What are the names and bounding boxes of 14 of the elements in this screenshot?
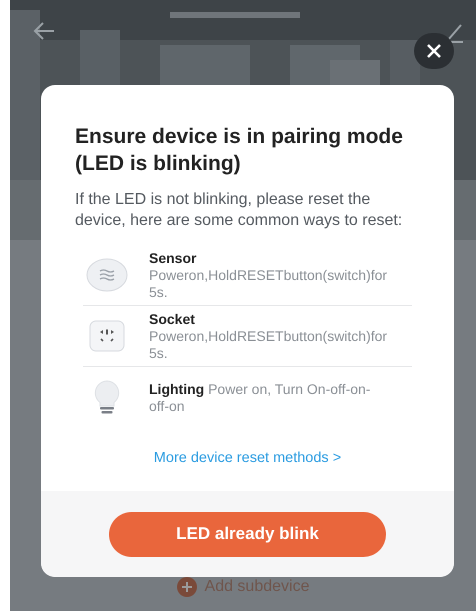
more-reset-methods-link[interactable]: More device reset methods > (154, 448, 342, 470)
reset-method-text: Lighting Power on, Turn On-off-on-off-on (149, 380, 372, 414)
dialog-title: Ensure device is in pairing mode (LED is blinking) (75, 124, 404, 177)
edit-icon (446, 22, 464, 44)
dialog-description: If the LED is not blinking, please reset the device, here are some common ways to reset: (75, 190, 404, 231)
reset-method-text: Socket Poweron,HoldRESETbutton(switch)for5s. (149, 310, 388, 362)
socket-icon (89, 320, 125, 352)
light-bulb-icon (92, 380, 122, 416)
sensor-icon (86, 257, 128, 293)
add-icon (176, 577, 197, 597)
back-arrow-icon (32, 21, 56, 41)
reset-method-text: Sensor Poweron,HoldRESETbutton(switch)for5s. (149, 250, 388, 300)
close-icon (426, 43, 442, 59)
led-already-blink-button[interactable]: LED already blink (109, 512, 386, 556)
